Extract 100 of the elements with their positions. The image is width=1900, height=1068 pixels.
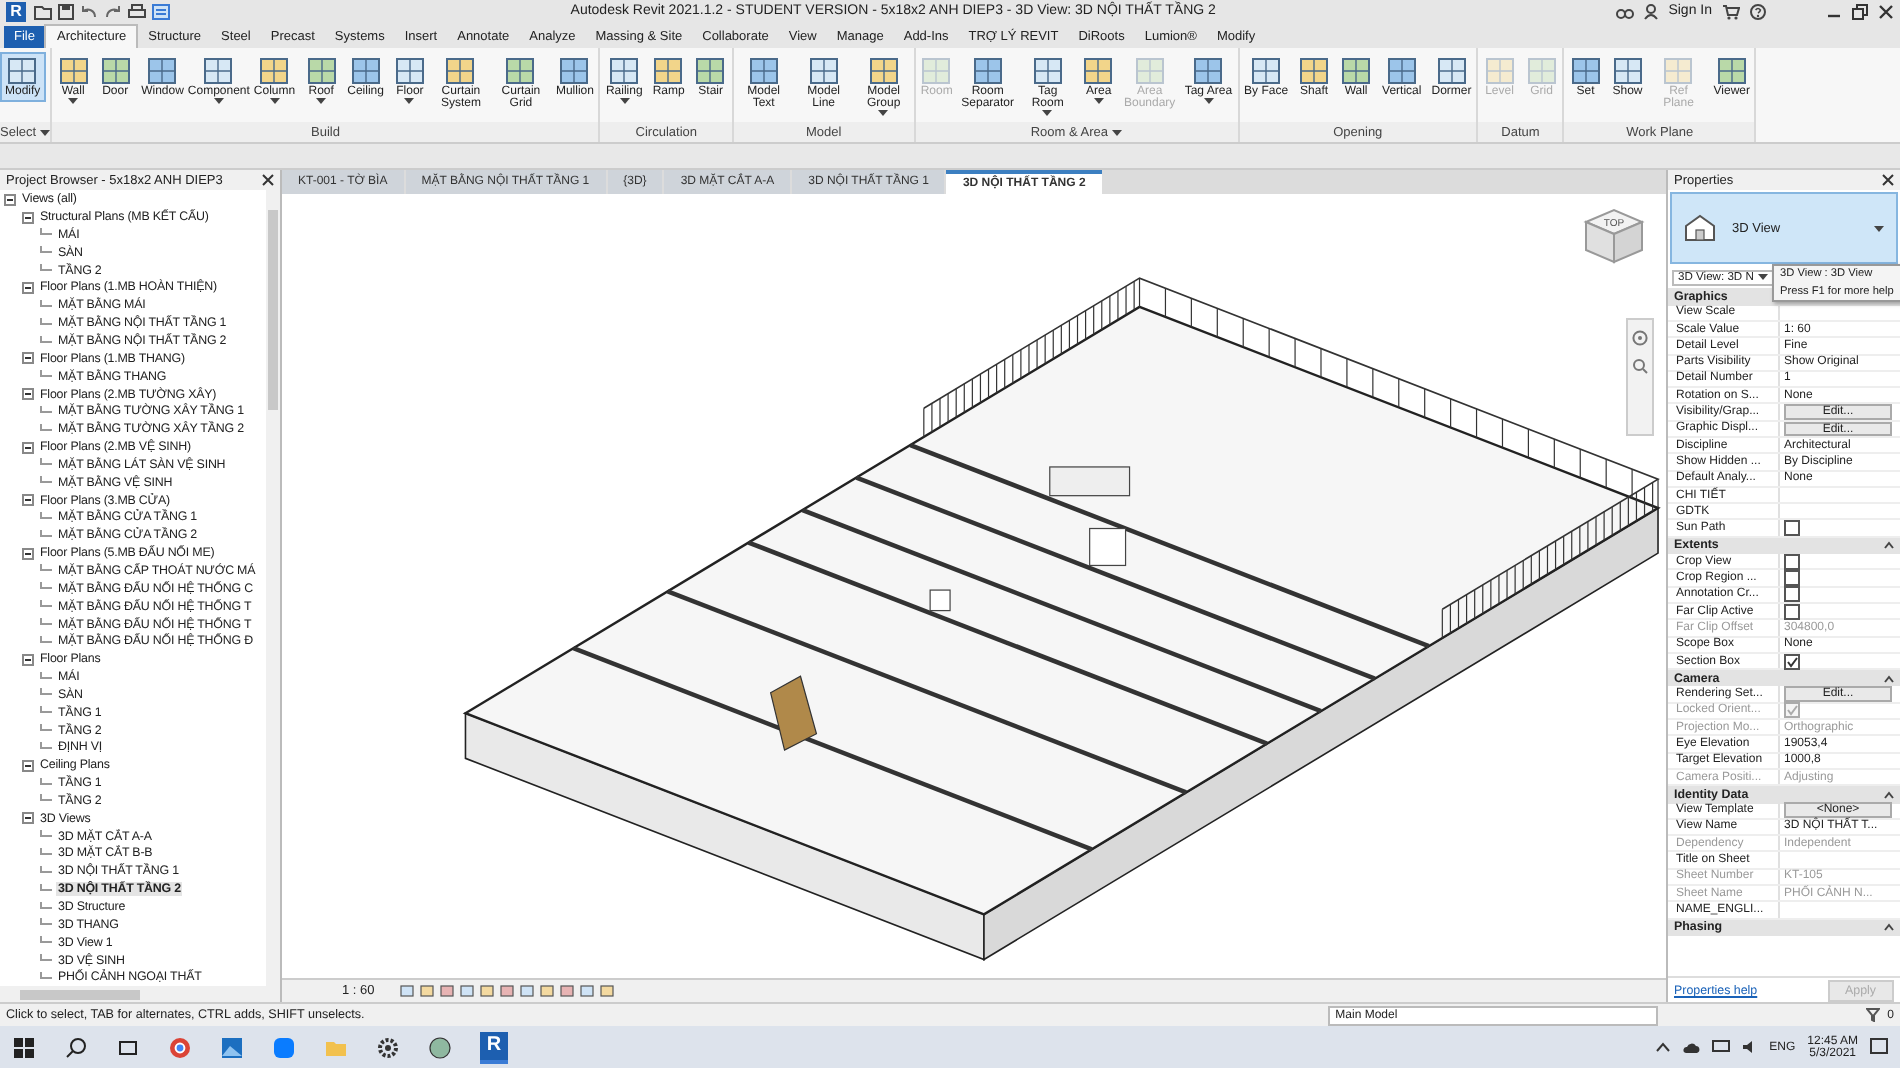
app-logo[interactable]: R — [480, 1031, 508, 1064]
caret-icon — [878, 110, 889, 117]
tool-icon — [99, 55, 132, 86]
tool-icon — [652, 55, 685, 86]
chevron-up-icon[interactable] — [1655, 1042, 1670, 1053]
tree-line-icon — [40, 618, 52, 630]
caret-icon — [316, 98, 327, 105]
tree-line-icon — [40, 688, 52, 701]
tree-line-icon — [40, 901, 52, 913]
collapse-icon[interactable] — [22, 211, 34, 224]
collapse-icon[interactable] — [22, 388, 34, 401]
tool-icon — [57, 55, 90, 86]
tool-icon — [1192, 55, 1225, 86]
tool-icon — [504, 55, 537, 86]
search-icon[interactable] — [64, 1035, 88, 1060]
tree-line-icon — [40, 883, 52, 896]
undo-icon[interactable] — [80, 3, 98, 20]
thin-lines-icon[interactable] — [152, 3, 170, 20]
tree-line-icon — [40, 777, 52, 790]
open-folder-icon[interactable] — [34, 3, 52, 20]
view-cube-icon[interactable] — [1583, 209, 1645, 265]
collapse-icon[interactable] — [22, 441, 34, 454]
collapse-icon[interactable] — [22, 653, 34, 666]
tool-icon — [146, 55, 179, 86]
checkbox[interactable] — [1784, 520, 1800, 537]
tool-icon — [1611, 55, 1644, 86]
help-icon[interactable] — [1750, 3, 1766, 20]
tool-icon — [807, 55, 840, 86]
save-icon[interactable] — [58, 3, 74, 20]
scrollbar-thumb[interactable] — [20, 989, 140, 1000]
cart-icon[interactable] — [1722, 3, 1740, 20]
collapse-icon[interactable] — [22, 547, 34, 560]
tool-icon — [971, 55, 1004, 86]
steering-wheel-icon[interactable] — [1632, 330, 1648, 347]
collapse-icon[interactable] — [22, 352, 34, 365]
collapse-icon[interactable] — [1884, 922, 1894, 933]
tree-line-icon — [40, 600, 52, 613]
collapse-icon[interactable] — [22, 494, 34, 507]
caret-icon — [269, 98, 280, 105]
app-logo[interactable]: R — [6, 1, 26, 22]
check-icon — [1786, 704, 1798, 717]
close-icon[interactable] — [262, 174, 274, 187]
tree-line-icon — [40, 582, 52, 595]
checkbox[interactable] — [1784, 586, 1800, 603]
filter-icon[interactable] — [1865, 1008, 1880, 1023]
tree-line-icon — [40, 794, 52, 807]
task-view-icon[interactable] — [116, 1035, 140, 1060]
collapse-icon[interactable] — [1884, 789, 1894, 800]
cloud-icon[interactable] — [1681, 1040, 1700, 1055]
caret-icon — [1874, 225, 1884, 232]
photos-icon[interactable] — [220, 1035, 244, 1060]
tree-line-icon — [40, 741, 52, 754]
restore-icon[interactable] — [1852, 3, 1868, 20]
collapse-icon[interactable] — [22, 281, 34, 294]
caret-icon — [1203, 98, 1214, 105]
tree-line-icon — [40, 865, 52, 878]
tree-line-icon — [40, 476, 52, 489]
collapse-icon[interactable] — [1884, 673, 1894, 684]
check-icon — [1786, 655, 1798, 668]
caret-icon — [40, 129, 51, 136]
tool-icon — [1525, 55, 1558, 86]
tool-icon — [349, 55, 382, 86]
speaker-icon[interactable] — [1741, 1040, 1758, 1055]
windows-start-icon[interactable] — [12, 1035, 36, 1060]
tree-line-icon — [40, 370, 52, 383]
tool-icon — [202, 55, 235, 86]
tool-icon — [1340, 55, 1373, 86]
tool-icon — [1483, 55, 1516, 86]
collapse-icon[interactable] — [22, 812, 34, 825]
tree-line-icon — [40, 405, 52, 418]
close-icon[interactable] — [1882, 174, 1894, 187]
tree-line-icon — [40, 264, 52, 277]
tree-line-icon — [40, 511, 52, 524]
tree-line-icon — [40, 529, 52, 542]
close-icon[interactable] — [1878, 3, 1894, 20]
print-icon[interactable] — [128, 3, 146, 20]
tree-line-icon — [40, 971, 52, 984]
caret-icon — [619, 98, 630, 105]
user-icon[interactable] — [1644, 3, 1659, 20]
browser-icon[interactable] — [168, 1035, 192, 1060]
checkbox[interactable] — [1784, 570, 1800, 587]
tool-icon — [1385, 55, 1418, 86]
tool-icon — [920, 55, 953, 86]
tool-icon — [747, 55, 780, 86]
tool-icon — [608, 55, 641, 86]
tool-icon — [1569, 55, 1602, 86]
notification-icon[interactable] — [1870, 1038, 1888, 1057]
tree-line-icon — [40, 335, 52, 347]
gear-icon[interactable] — [376, 1035, 400, 1060]
collapse-icon[interactable] — [22, 759, 34, 772]
tool-icon — [305, 55, 338, 86]
collapse-icon[interactable] — [4, 193, 16, 206]
caret-icon — [1093, 98, 1104, 105]
binoculars-icon[interactable] — [1616, 3, 1635, 20]
redo-icon[interactable] — [104, 3, 122, 20]
zoom-icon[interactable] — [1632, 358, 1648, 375]
scrollbar-thumb[interactable] — [268, 210, 278, 411]
collapse-icon[interactable] — [1884, 540, 1894, 551]
caret-icon — [68, 98, 79, 105]
tree-line-icon — [40, 830, 52, 843]
